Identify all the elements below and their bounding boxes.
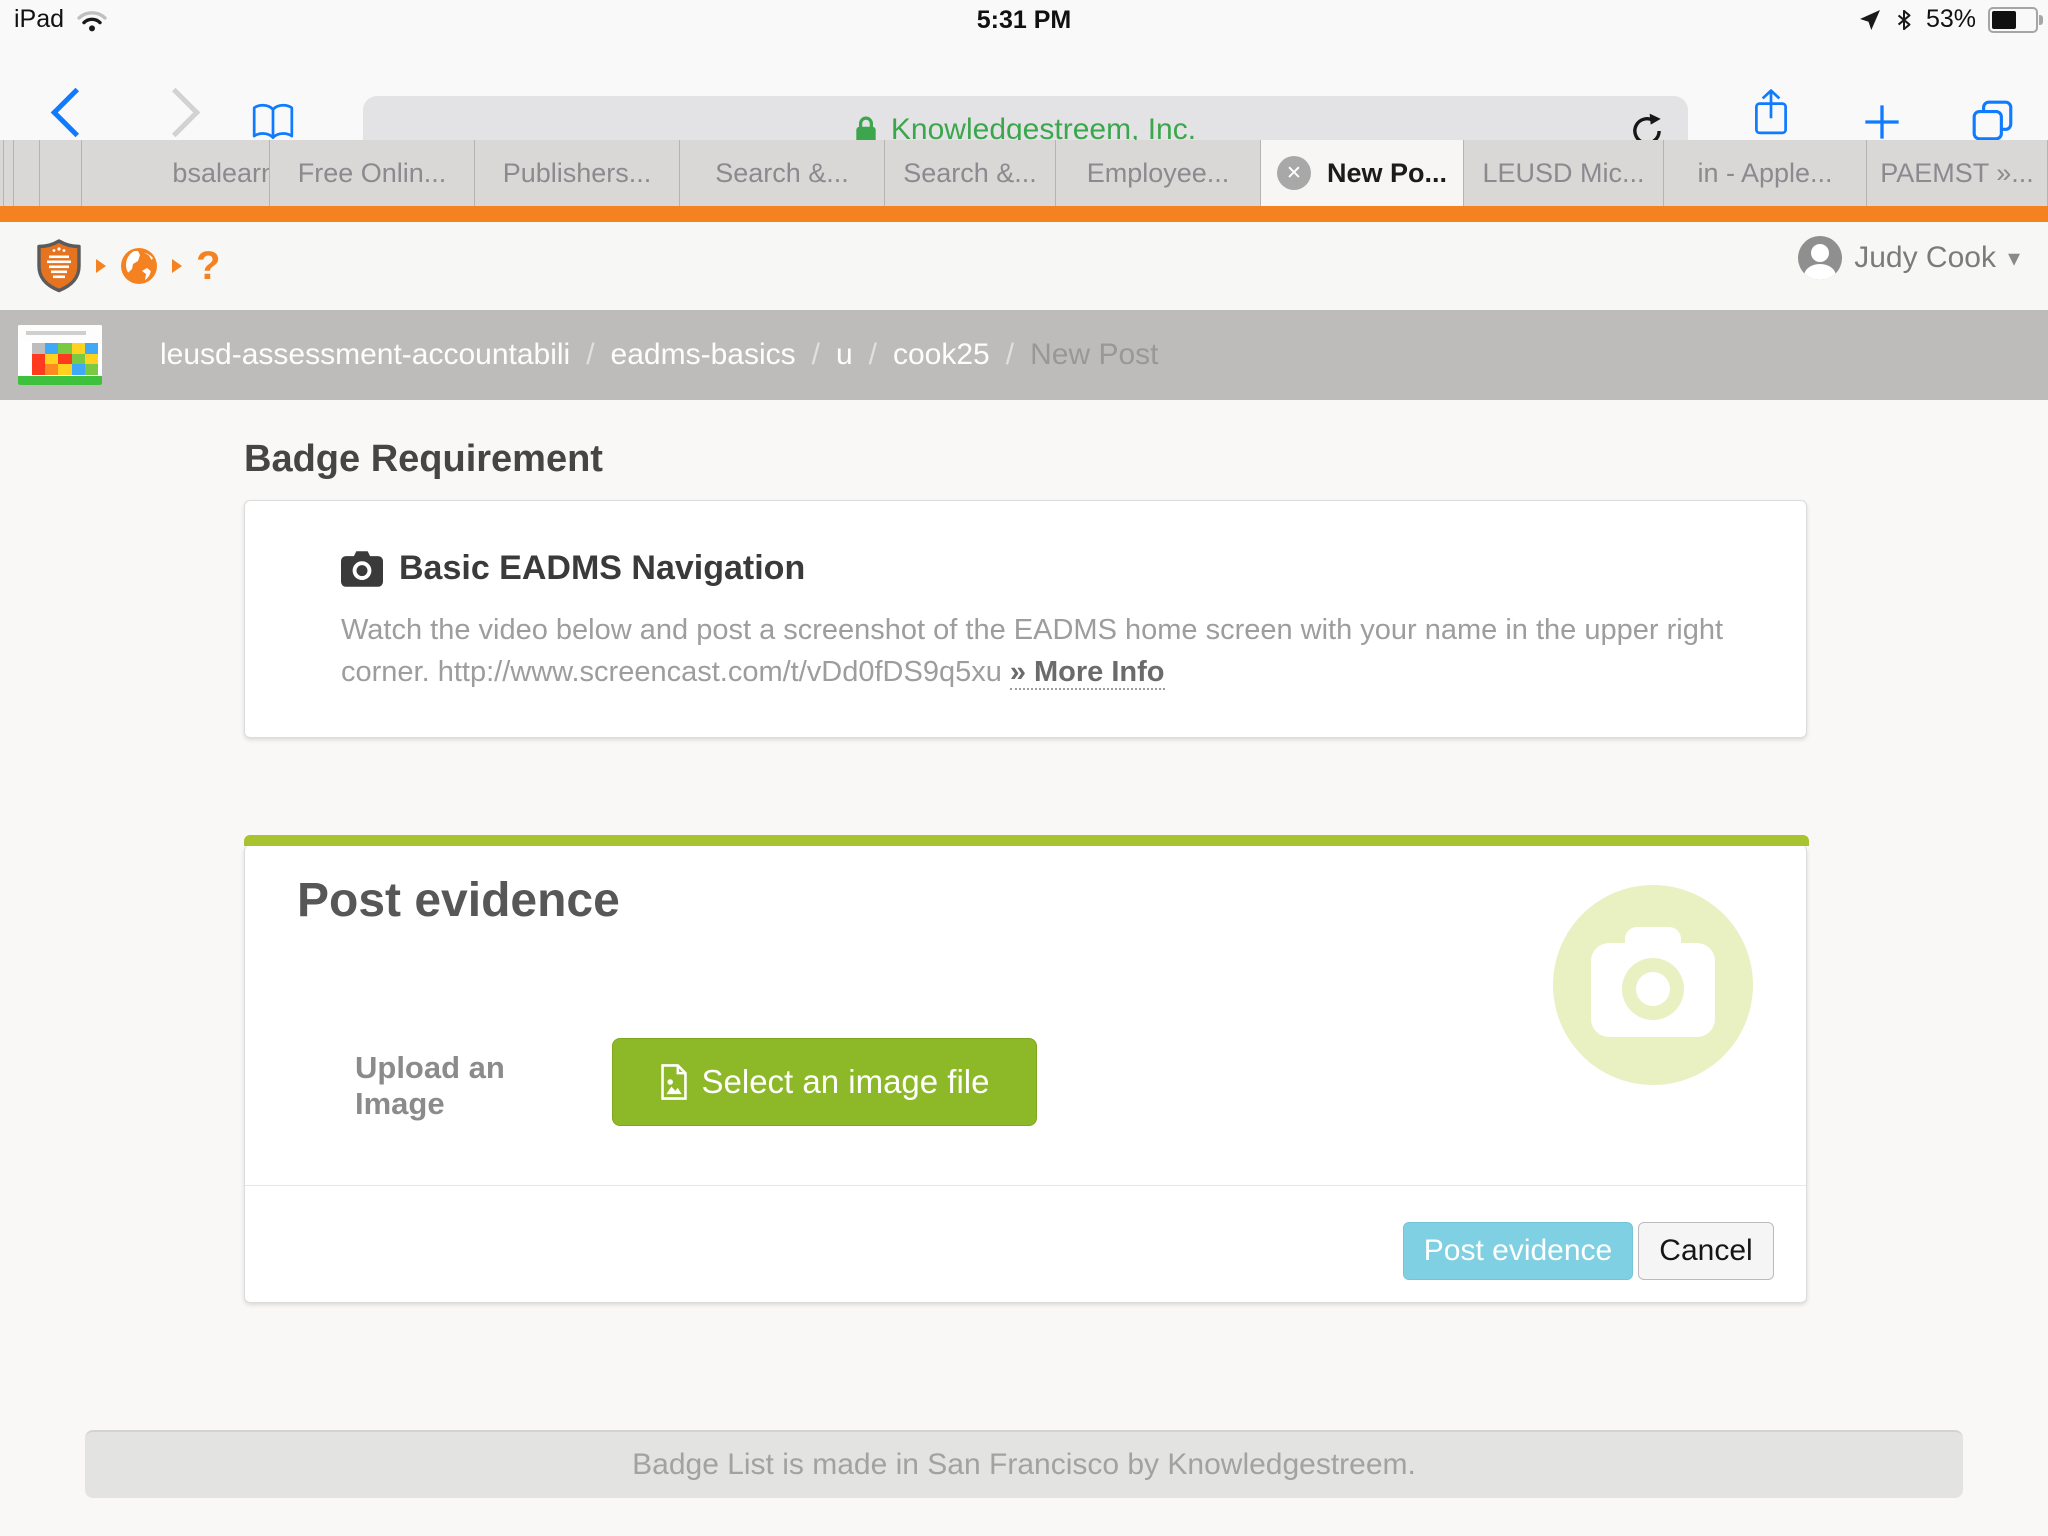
page-title: Badge Requirement <box>244 438 603 481</box>
safari-toolbar: Knowledgestreem, Inc. <box>0 40 2048 140</box>
more-info-link[interactable]: » More Info <box>1010 656 1165 690</box>
forward-button[interactable] <box>151 88 200 137</box>
breadcrumb-separator: / <box>869 338 877 372</box>
breadcrumb-link-u[interactable]: u <box>836 338 853 372</box>
user-name: Judy Cook <box>1854 241 1996 275</box>
breadcrumb-separator: / <box>586 338 594 372</box>
battery-percent: 53% <box>1926 5 1976 34</box>
breadcrumb-current: New Post <box>1030 338 1158 372</box>
post-evidence-card: Post evidence Upload an Image Select an … <box>244 845 1807 1303</box>
requirement-description: Watch the video below and post a screens… <box>341 609 1761 693</box>
tab-paemst[interactable]: PAEMST »... <box>1867 140 2048 206</box>
post-evidence-title: Post evidence <box>297 873 620 928</box>
camera-icon <box>341 551 383 587</box>
tab-overview-icon[interactable] <box>1970 98 2016 144</box>
help-icon[interactable]: ? <box>196 246 220 286</box>
tab-employee[interactable]: Employee... <box>1056 140 1261 206</box>
share-icon[interactable] <box>1752 88 1790 136</box>
camera-watermark-icon <box>1553 885 1753 1085</box>
upload-image-label: Upload an Image <box>355 1050 570 1122</box>
chevron-down-icon: ▾ <box>2008 244 2020 273</box>
select-image-file-button[interactable]: Select an image file <box>612 1038 1037 1126</box>
site-footer: Badge List is made in San Francisco by K… <box>85 1430 1963 1498</box>
requirement-title: Basic EADMS Navigation <box>399 549 805 588</box>
tab-sliver[interactable] <box>14 140 40 206</box>
site-header: ? Judy Cook ▾ <box>0 222 2048 310</box>
post-evidence-button[interactable]: Post evidence <box>1403 1222 1633 1280</box>
breadcrumb: leusd-assessment-accountabili / eadms-ba… <box>160 310 1158 400</box>
tab-new-post-active[interactable]: ✕ New Po... <box>1261 140 1464 206</box>
user-menu[interactable]: Judy Cook ▾ <box>1798 236 2020 280</box>
tab-publishers[interactable]: Publishers... <box>475 140 680 206</box>
tab-search-2[interactable]: Search &... <box>885 140 1056 206</box>
back-button[interactable] <box>51 88 100 137</box>
tab-search-1[interactable]: Search &... <box>680 140 885 206</box>
avatar <box>1798 236 1842 280</box>
globe-icon[interactable] <box>120 247 158 285</box>
caret-right-icon <box>172 259 182 273</box>
clock: 5:31 PM <box>0 6 2048 35</box>
breadcrumb-bar: leusd-assessment-accountabili / eadms-ba… <box>0 310 2048 400</box>
card-accent-bar <box>244 835 1809 846</box>
bookmarks-icon[interactable] <box>250 102 296 144</box>
bluetooth-icon <box>1894 7 1914 33</box>
accent-divider <box>0 206 2048 222</box>
caret-right-icon <box>96 259 106 273</box>
close-tab-icon[interactable]: ✕ <box>1277 156 1311 190</box>
footer-text: Badge List is made in San Francisco by K… <box>632 1448 1416 1482</box>
location-icon <box>1858 8 1882 32</box>
status-bar: iPad 5:31 PM 53% <box>0 0 2048 40</box>
site-thumbnail[interactable] <box>18 325 102 385</box>
tab-sliver[interactable] <box>4 140 14 206</box>
requirement-title-row: Basic EADMS Navigation <box>341 549 805 588</box>
breadcrumb-separator: / <box>1006 338 1014 372</box>
new-tab-icon[interactable] <box>1862 102 1902 142</box>
tab-sliver[interactable] <box>40 140 82 206</box>
badge-shield-logo[interactable] <box>36 238 82 294</box>
select-image-file-label: Select an image file <box>702 1063 990 1101</box>
tab-free-online[interactable]: Free Onlin... <box>270 140 475 206</box>
tab-bsalearn[interactable]: bsalearn <box>82 140 270 206</box>
breadcrumb-link-badge[interactable]: eadms-basics <box>611 338 796 372</box>
tab-in-apple[interactable]: in - Apple... <box>1664 140 1867 206</box>
cancel-button[interactable]: Cancel <box>1638 1222 1774 1280</box>
screenshot-root: iPad 5:31 PM 53% <box>0 0 2048 1536</box>
battery-icon <box>1988 7 2038 33</box>
browser-chrome: iPad 5:31 PM 53% <box>0 0 2048 140</box>
tab-leusd[interactable]: LEUSD Mic... <box>1464 140 1664 206</box>
breadcrumb-separator: / <box>812 338 820 372</box>
card-footer-divider <box>245 1185 1806 1186</box>
image-file-icon <box>660 1064 688 1100</box>
breadcrumb-link-user[interactable]: cook25 <box>893 338 990 372</box>
tab-bar: bsalearn Free Onlin... Publishers... Sea… <box>0 140 2048 206</box>
badge-requirement-card: Basic EADMS Navigation Watch the video b… <box>244 500 1807 738</box>
breadcrumb-link-group[interactable]: leusd-assessment-accountabili <box>160 338 570 372</box>
